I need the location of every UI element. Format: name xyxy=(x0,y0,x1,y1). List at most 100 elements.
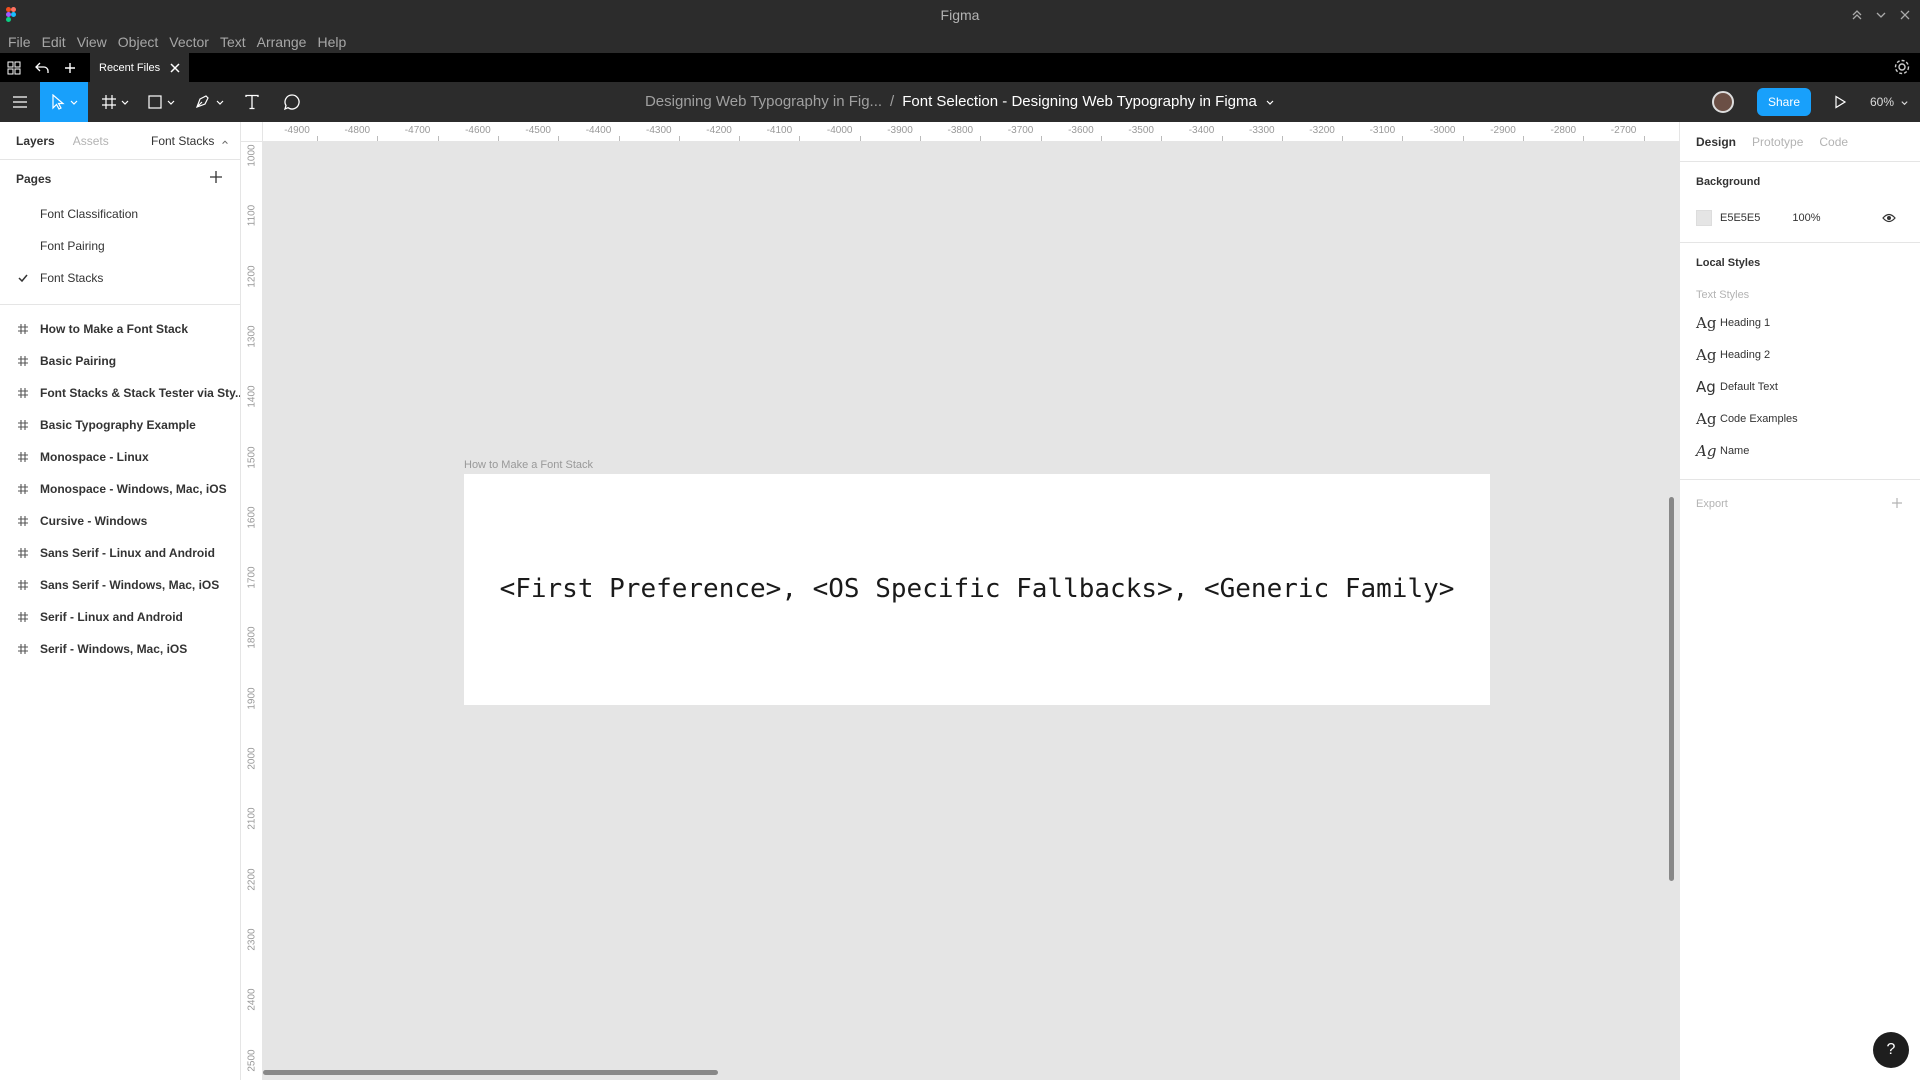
frame-text[interactable]: <First Preference>, <OS Specific Fallbac… xyxy=(464,574,1490,604)
text-style-item[interactable]: Ag Default Text xyxy=(1696,371,1904,403)
text-style-ag-icon: Ag xyxy=(1696,346,1717,364)
menu-view[interactable]: View xyxy=(77,34,107,50)
breadcrumb: Designing Web Typography in Fig... / Font … xyxy=(0,93,1920,110)
page-item[interactable]: Font Classification xyxy=(0,198,240,230)
menu-object[interactable]: Object xyxy=(118,34,158,50)
file-chevron-down-icon[interactable] xyxy=(1265,97,1275,107)
canvas-frame[interactable]: <First Preference>, <OS Specific Fallbac… xyxy=(464,474,1490,705)
tab-assets[interactable]: Assets xyxy=(73,134,109,148)
layer-item[interactable]: Basic Typography Example xyxy=(0,409,240,441)
tab-design[interactable]: Design xyxy=(1696,135,1736,149)
background-title: Background xyxy=(1696,176,1761,188)
layer-item[interactable]: How to Make a Font Stack xyxy=(0,313,240,345)
ruler-tick-label: -4500 xyxy=(525,125,551,136)
color-swatch[interactable] xyxy=(1696,210,1712,226)
breadcrumb-file[interactable]: Font Selection - Designing Web Typograph… xyxy=(902,93,1257,110)
left-panel-tabs: Layers Assets Font Stacks xyxy=(0,122,240,160)
layer-item[interactable]: Monospace - Linux xyxy=(0,441,240,473)
layer-item[interactable]: Basic Pairing xyxy=(0,345,240,377)
menu-arrange[interactable]: Arrange xyxy=(257,34,307,50)
pages-header: Pages xyxy=(0,160,240,198)
ruler-tick-label: -3600 xyxy=(1068,125,1094,136)
ruler-tick-label: -3100 xyxy=(1369,125,1396,136)
tab-code[interactable]: Code xyxy=(1819,135,1848,149)
text-style-item[interactable]: Ag Name xyxy=(1696,435,1904,467)
pages-title: Pages xyxy=(16,172,52,186)
text-style-item[interactable]: Ag Heading 2 xyxy=(1696,339,1904,371)
frame-hash-icon xyxy=(17,579,29,591)
frame-hash-icon xyxy=(17,611,29,623)
ruler-tick xyxy=(1221,136,1223,141)
ruler-tick-label: -4100 xyxy=(766,125,793,136)
ruler-tick-label: -3500 xyxy=(1128,125,1154,136)
text-style-ag-icon: Ag xyxy=(1696,442,1717,460)
present-play-button[interactable] xyxy=(1826,82,1854,122)
menu-text[interactable]: Text xyxy=(220,34,246,50)
ruler-tick xyxy=(1462,136,1464,141)
tab-prototype[interactable]: Prototype xyxy=(1752,135,1803,149)
ruler-tick-label: -2800 xyxy=(1550,125,1577,136)
horizontal-scrollbar[interactable] xyxy=(263,1070,718,1075)
menu-vector[interactable]: Vector xyxy=(169,34,209,50)
layer-item[interactable]: Font Stacks & Stack Tester via Sty... xyxy=(0,377,240,409)
layer-item[interactable]: Sans Serif - Windows, Mac, iOS xyxy=(0,569,240,601)
text-style-item[interactable]: Ag Code Examples xyxy=(1696,403,1904,435)
layer-item[interactable]: Serif - Windows, Mac, iOS xyxy=(0,633,240,665)
layer-item[interactable]: Monospace - Windows, Mac, iOS xyxy=(0,473,240,505)
tab-recent-files[interactable]: Recent Files xyxy=(90,53,190,82)
menu-help[interactable]: Help xyxy=(317,34,346,50)
help-button[interactable]: ? xyxy=(1873,1032,1909,1068)
checkmark-icon xyxy=(18,273,28,283)
menu-file[interactable]: File xyxy=(8,34,31,50)
add-export-icon[interactable] xyxy=(1891,497,1903,509)
ruler-tick-label: -3900 xyxy=(887,125,913,136)
ruler-tick xyxy=(377,136,379,141)
menu-edit[interactable]: Edit xyxy=(42,34,66,50)
layer-item[interactable]: Serif - Linux and Android xyxy=(0,601,240,633)
text-style-ag-icon: Ag xyxy=(1696,314,1717,332)
ruler-tick xyxy=(1040,136,1042,141)
chevron-up-icon xyxy=(221,138,229,146)
frame-hash-icon xyxy=(17,483,29,495)
close-tab-icon[interactable] xyxy=(170,62,180,73)
ruler-tick-label: 1800 xyxy=(246,626,258,650)
collapse-up-icon[interactable] xyxy=(1847,5,1867,25)
layers-panel: Layers Assets Font Stacks Pages Font Cla… xyxy=(0,122,241,1080)
text-style-item[interactable]: Ag Heading 1 xyxy=(1696,307,1904,339)
frame-label[interactable]: How to Make a Font Stack xyxy=(464,459,593,471)
background-opacity-input[interactable]: 100% xyxy=(1792,212,1820,224)
page-item-selected[interactable]: Font Stacks xyxy=(0,262,240,294)
close-window-icon[interactable] xyxy=(1895,5,1915,25)
text-style-name: Heading 2 xyxy=(1720,349,1771,361)
ruler-tick xyxy=(1583,136,1585,141)
ruler-tick xyxy=(1523,136,1524,141)
toolbar: Designing Web Typography in Fig... / Font … xyxy=(0,82,1920,122)
minimize-icon[interactable] xyxy=(1871,5,1891,25)
page-item[interactable]: Font Pairing xyxy=(0,230,240,262)
share-button[interactable]: Share xyxy=(1757,88,1811,116)
tab-layers[interactable]: Layers xyxy=(16,134,55,148)
page-label: Font Stacks xyxy=(40,271,104,285)
frame-hash-icon xyxy=(17,515,29,527)
current-page-selector[interactable]: Font Stacks xyxy=(151,134,229,148)
eye-visibility-icon[interactable] xyxy=(1882,212,1896,224)
layer-item[interactable]: Sans Serif - Linux and Android xyxy=(0,537,240,569)
back-icon[interactable] xyxy=(28,53,56,82)
new-tab-icon[interactable] xyxy=(56,53,84,82)
ruler-tick-label: -4200 xyxy=(706,125,732,136)
vertical-scrollbar[interactable] xyxy=(1669,497,1674,881)
layer-label: Serif - Windows, Mac, iOS xyxy=(40,642,188,656)
layer-item[interactable]: Cursive - Windows xyxy=(0,505,240,537)
breadcrumb-project[interactable]: Designing Web Typography in Fig... xyxy=(645,93,882,110)
ruler-tick xyxy=(618,136,620,141)
avatar[interactable] xyxy=(1712,91,1734,113)
ruler-tick-label: -4000 xyxy=(826,125,853,136)
zoom-dropdown[interactable]: 60% xyxy=(1870,95,1909,109)
settings-gear-icon[interactable] xyxy=(1892,57,1912,77)
menu-bar: File Edit View Object Vector Text Arrang… xyxy=(0,30,1920,53)
vertical-ruler: 1000 1100 1200 1300 1400 1500 1600 1700 1800 1900… xyxy=(241,142,263,1080)
background-hex-input[interactable]: E5E5E5 xyxy=(1720,212,1760,224)
add-page-icon[interactable] xyxy=(209,170,223,184)
grid-home-icon[interactable] xyxy=(0,53,28,82)
ruler-tick-label: 1600 xyxy=(246,506,258,529)
